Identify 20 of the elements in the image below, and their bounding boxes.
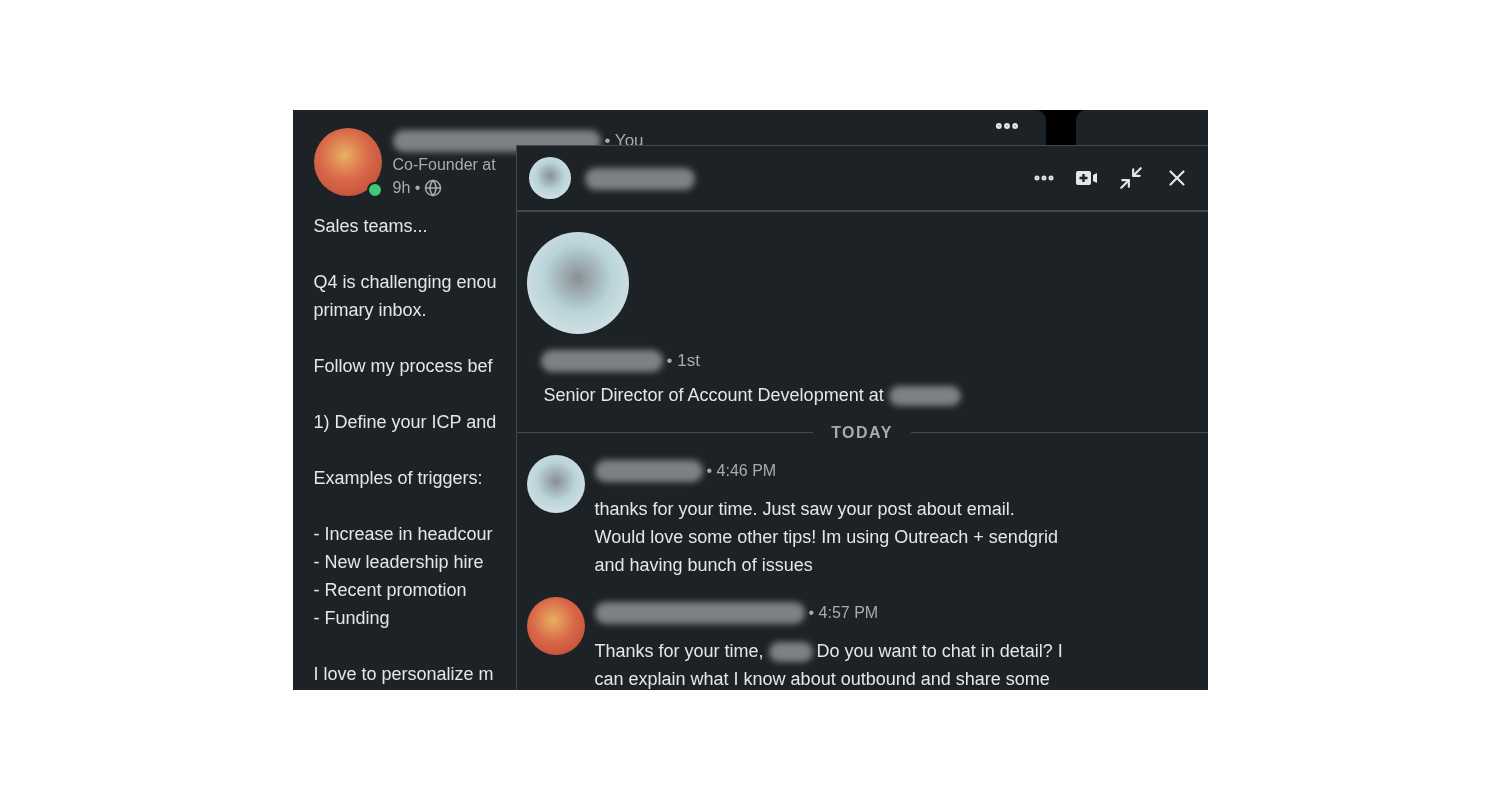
post-paragraph: I love to personalize m [313, 663, 494, 686]
message-time: • 4:57 PM [808, 602, 879, 623]
post-paragraph: Examples of triggers: [313, 467, 483, 490]
contact-headline: Senior Director of Account Development at [526, 381, 1208, 409]
connection-degree: • 1st [666, 350, 700, 372]
post-paragraph: Q4 is challenging enou primary inbox. [313, 271, 497, 322]
post-paragraph: Follow my process bef [313, 355, 493, 378]
video-call-icon[interactable] [1075, 170, 1098, 186]
minimize-icon[interactable] [1117, 165, 1144, 191]
globe-icon [424, 179, 443, 197]
post-paragraph: 1) Define your ICP and [313, 411, 497, 434]
post-paragraph: - Increase in headcour - New leadership hire - Recent promotion - Funding [313, 523, 493, 630]
author-headline: Co-Founder at [392, 155, 497, 175]
post-time: 9h • [392, 178, 421, 198]
date-divider: TODAY [830, 422, 894, 443]
post-paragraph: Sales teams... [313, 215, 428, 238]
message-text: thanks for your time. Just saw your post about email. Would love some other tips! Im using Outreach + sendgrid and having bunch of issues [594, 497, 1058, 577]
avatar [528, 157, 571, 199]
message-text: Thanks for your time, Do you want to chat in detail? I can explain what I know about outbound and share some [594, 639, 1063, 690]
message-time: • 4:46 PM [706, 460, 777, 481]
